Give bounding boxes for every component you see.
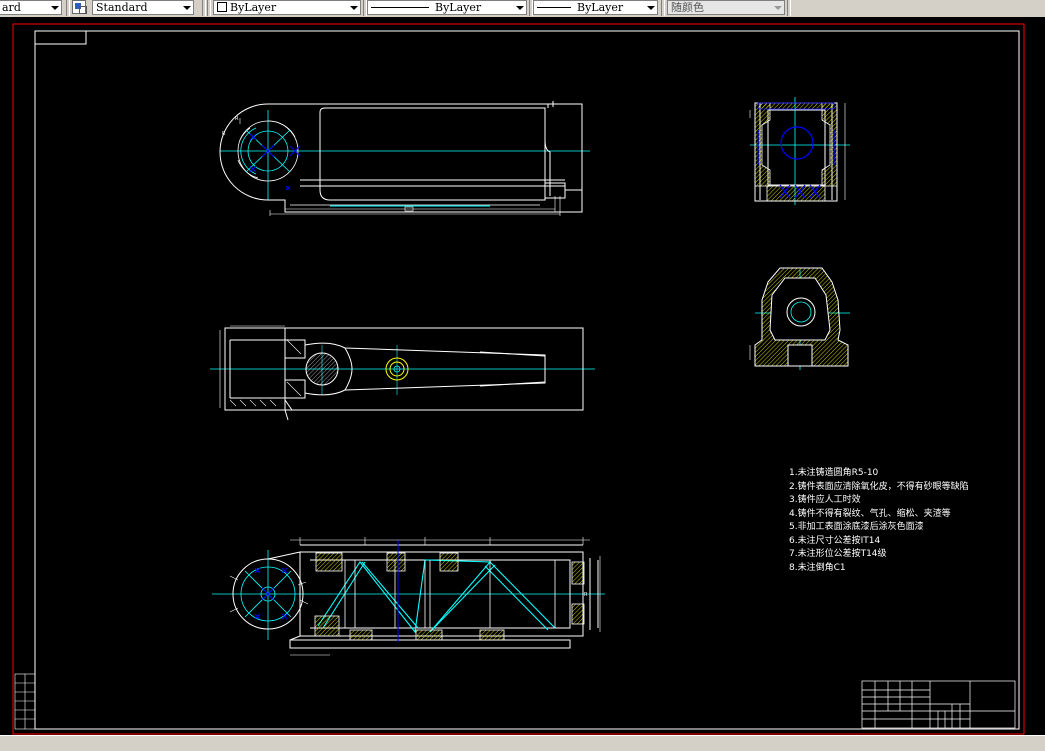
note-line: 1.未注铸造圆角R5-10 xyxy=(789,468,879,478)
color-combo[interactable]: ByLayer xyxy=(213,0,361,15)
text-style-value: ard xyxy=(2,1,21,14)
chevron-down-icon[interactable] xyxy=(644,2,656,13)
end-section-view xyxy=(749,97,850,205)
technical-notes: 1.未注铸造圆角R5-10 2.铸件表面应清除氧化皮，不得有砂眼等缺陷 3.铸件… xyxy=(789,467,969,575)
truss-section-view: R xyxy=(212,537,605,656)
linetype-value: ByLayer xyxy=(435,1,482,14)
hatched-hub xyxy=(305,352,339,386)
toolbar-separator xyxy=(202,0,206,16)
note-line: 5.非加工表面涂底漆后涂灰色面漆 xyxy=(789,522,924,532)
cross-section-view xyxy=(749,267,850,370)
svg-text:R: R xyxy=(584,592,588,598)
note-line: 4.铸件不得有裂纹、气孔、缩松、夹渣等 xyxy=(789,508,951,519)
note-line: 2.铸件表面应清除氧化皮，不得有砂眼等缺陷 xyxy=(789,481,969,492)
linetype-combo[interactable]: ByLayer xyxy=(367,0,527,15)
color-swatch-icon xyxy=(217,2,227,12)
dim-style-combo[interactable]: Standard xyxy=(92,0,194,15)
side-view-top: R R xyxy=(219,101,590,216)
note-line: 8.未注倒角C1 xyxy=(789,562,846,573)
chevron-down-icon[interactable] xyxy=(771,2,783,13)
chevron-down-icon[interactable] xyxy=(48,2,60,13)
dim-style-value: Standard xyxy=(96,1,148,14)
plot-style-combo[interactable]: 随颜色 xyxy=(667,0,785,15)
title-block xyxy=(861,680,1016,729)
corner-label-box xyxy=(34,30,87,45)
text-style-combo[interactable]: ard xyxy=(0,0,62,15)
svg-text:R: R xyxy=(235,116,239,122)
toolbar-separator xyxy=(661,0,665,16)
lineweight-preview-icon xyxy=(537,7,571,8)
note-line: 6.未注尺寸公差按IT14 xyxy=(789,535,881,546)
toolbar-separator xyxy=(207,0,211,16)
drawing-canvas[interactable]: R R R 1.未注铸造圆角R5-10 2.铸件表面应清除氧化皮，不得有砂眼等缺… xyxy=(0,17,1045,735)
plan-view-middle xyxy=(210,325,595,421)
chevron-down-icon[interactable] xyxy=(347,2,359,13)
properties-toolbar: ard Standard ByLayer ByLayer ByLayer 随颜色 xyxy=(0,0,1045,18)
margin-stamp xyxy=(14,673,36,730)
drawing-svg: R R R xyxy=(12,23,1025,735)
toolbar-separator xyxy=(787,0,791,16)
chevron-down-icon[interactable] xyxy=(513,2,525,13)
linetype-preview-icon xyxy=(371,7,429,8)
plot-style-value: 随颜色 xyxy=(671,1,704,14)
status-bar xyxy=(0,735,1045,751)
dimension-style-icon[interactable] xyxy=(72,0,87,14)
svg-text:R: R xyxy=(222,131,226,137)
chevron-down-icon[interactable] xyxy=(180,2,192,13)
toolbar-separator xyxy=(66,0,70,16)
lineweight-value: ByLayer xyxy=(577,1,624,14)
lineweight-combo[interactable]: ByLayer xyxy=(533,0,658,15)
inner-drawing-frame xyxy=(34,30,1020,730)
note-line: 7.未注形位公差按T14级 xyxy=(789,549,887,559)
note-line: 3.铸件应人工时效 xyxy=(789,495,861,505)
color-value: ByLayer xyxy=(230,1,277,14)
